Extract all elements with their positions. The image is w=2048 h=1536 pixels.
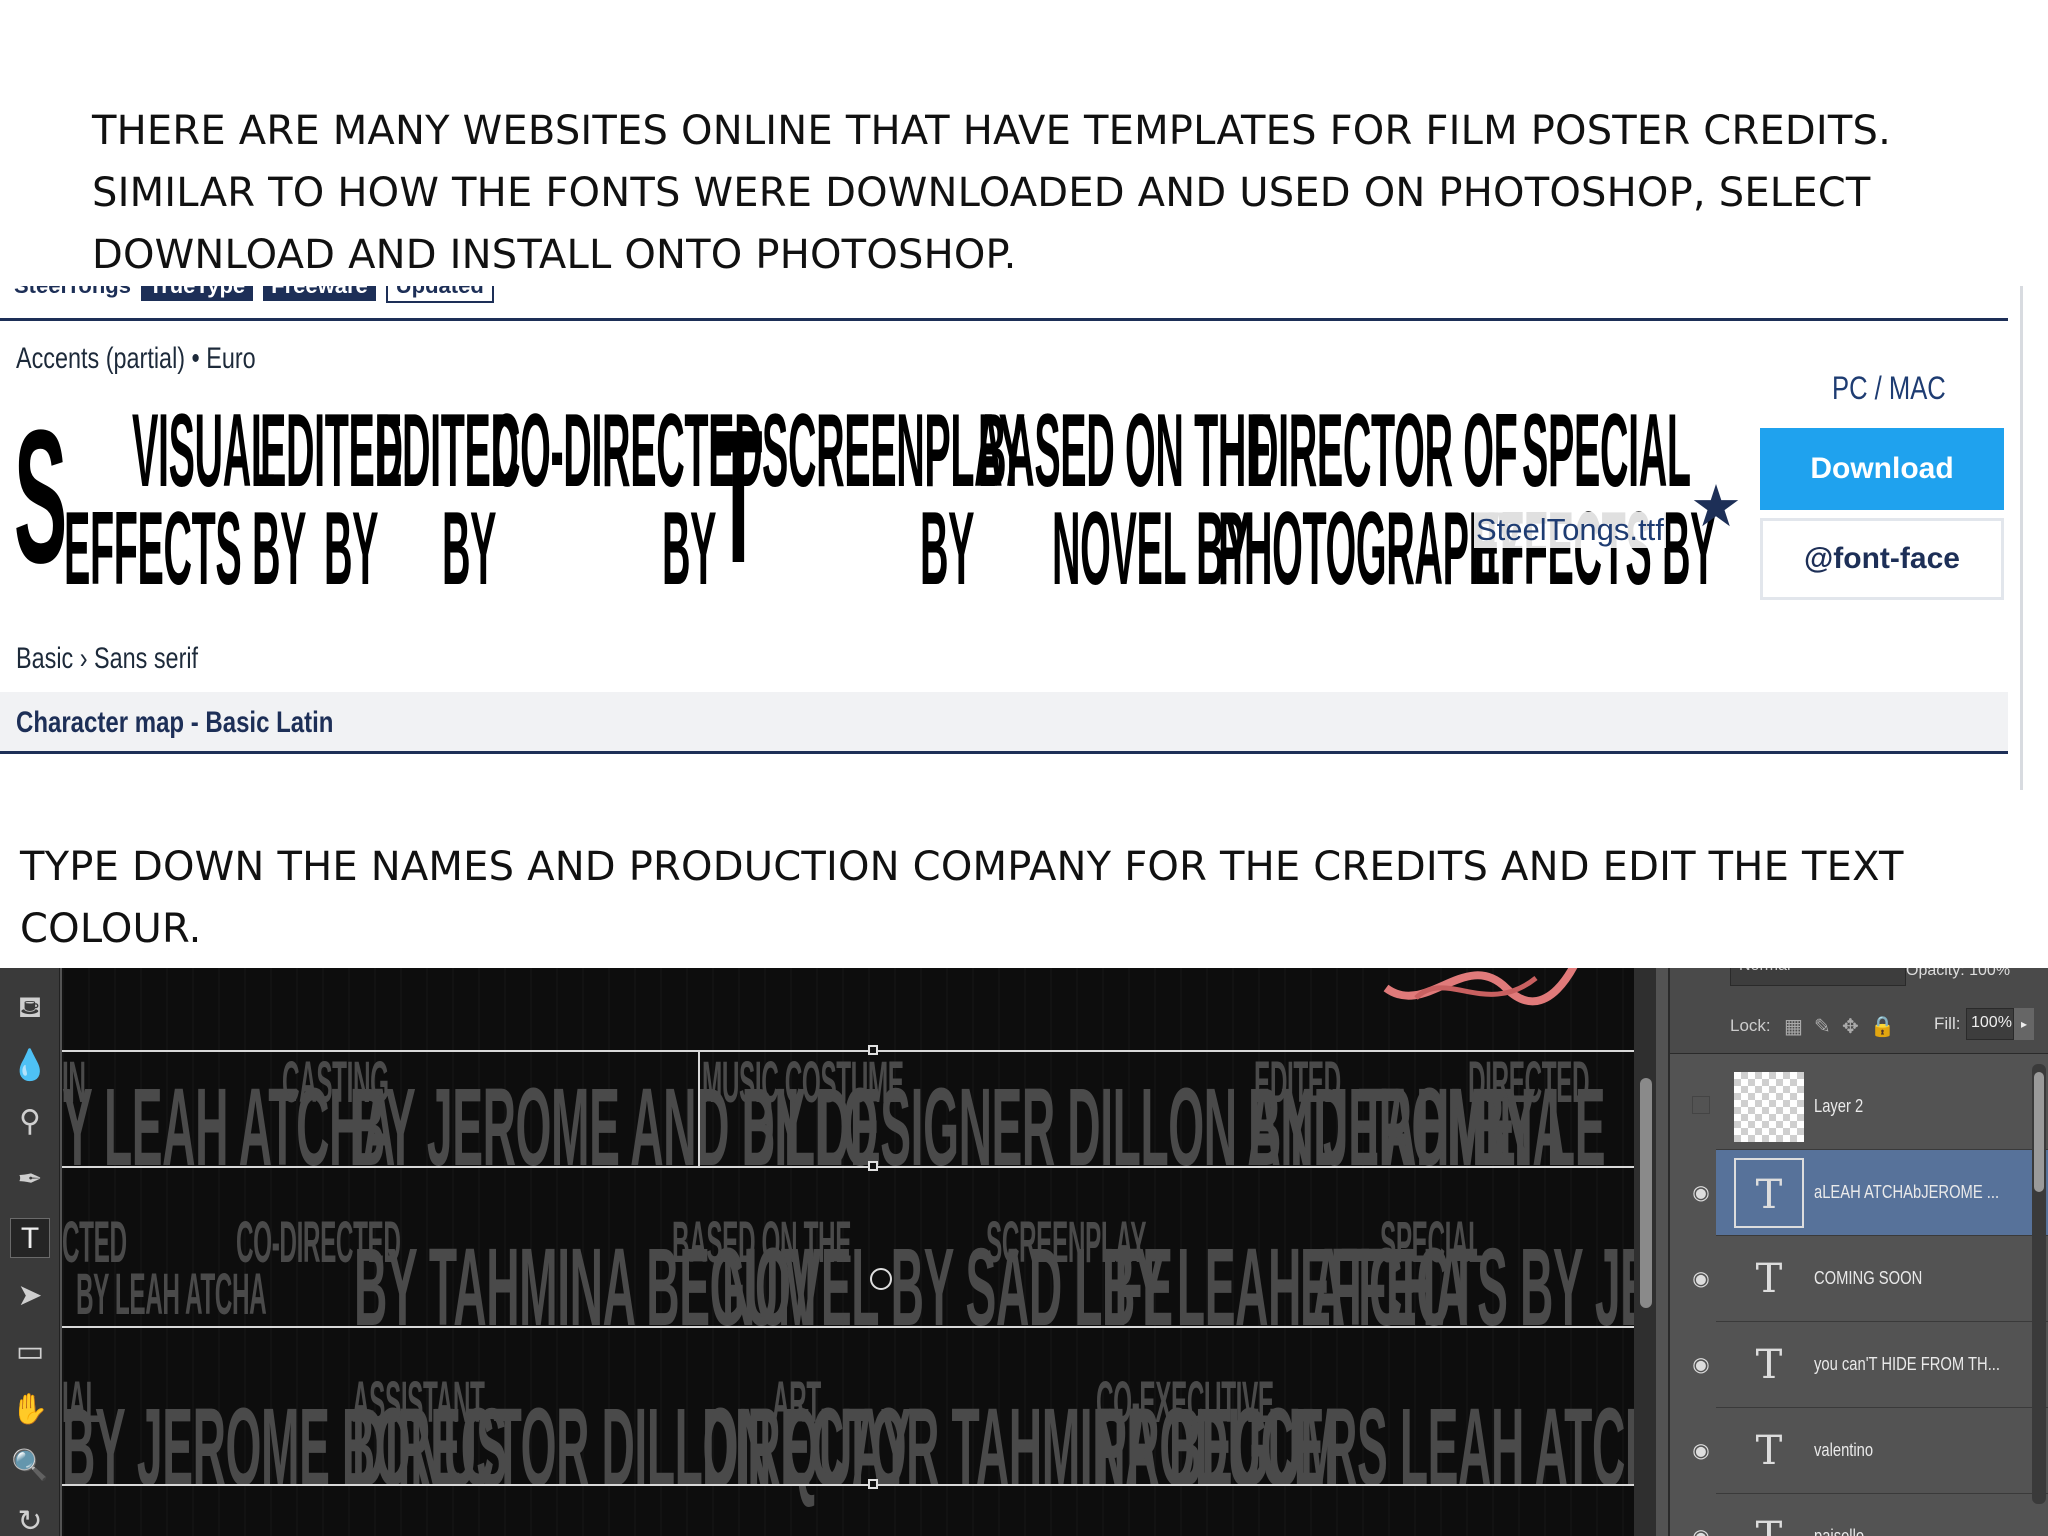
tag-truetype[interactable]: TrueType — [140, 286, 254, 301]
layer-name[interactable]: Layer 2 — [1814, 1096, 1863, 1117]
fill-input[interactable]: 100% — [1966, 1008, 2014, 1040]
type-icon[interactable]: T — [10, 1218, 50, 1258]
preview-word: BY — [324, 491, 379, 607]
accents-info: Accents (partial) • Euro — [16, 342, 256, 375]
layer-name[interactable]: aLEAH ATCHAbJEROME ... — [1814, 1182, 1999, 1203]
pink-ornament-image — [1383, 968, 1578, 1006]
preview-word: BY — [662, 491, 717, 607]
character-map-bar[interactable]: Character map - Basic Latin — [0, 692, 2008, 754]
platform-label: PC / MAC — [1832, 370, 1946, 406]
eye-icon[interactable]: ◉ — [1686, 1178, 1716, 1208]
font-preview: S VISUAL EDITED EDITED CO-DIRECTED T SCR… — [14, 391, 1716, 603]
preview-initial-s: S — [14, 391, 67, 603]
credit-name: BY LEAH ATCHA — [76, 1262, 267, 1327]
zoom-icon[interactable]: 🔍 — [10, 1446, 50, 1486]
lock-image-icon[interactable]: ✎ — [1814, 1014, 1831, 1039]
lock-all-icon[interactable]: 🔒 — [1870, 1014, 1895, 1039]
favorite-star-icon[interactable]: ★ — [1690, 478, 1742, 536]
blur-icon[interactable]: 💧 — [10, 1046, 50, 1086]
layer-name[interactable]: valentino — [1814, 1440, 1873, 1461]
fill-label: Fill: — [1934, 1014, 1961, 1033]
layer-name[interactable]: paisello — [1814, 1526, 1864, 1536]
font-face-button[interactable]: @font-face — [1760, 518, 2004, 600]
layer-row[interactable]: Layer 2 — [1692, 1064, 2048, 1150]
preview-initial-t: T — [714, 391, 763, 603]
guide-line — [62, 1166, 1634, 1168]
preview-word: DIRECTOR OF — [1250, 393, 1518, 509]
preview-word: BASED ON THE — [978, 393, 1273, 509]
visibility-toggle[interactable] — [1692, 1096, 1710, 1114]
divider — [0, 318, 2008, 321]
warped-type-layer-icon: T — [1755, 1342, 1783, 1388]
paint-bucket-icon[interactable]: ⛾ — [10, 988, 50, 1028]
eye-icon[interactable]: ◉ — [1686, 1264, 1716, 1294]
layer-thumbnail — [1734, 1072, 1804, 1142]
panel-border — [2020, 286, 2023, 790]
download-button[interactable]: Download — [1760, 428, 2004, 510]
hand-icon[interactable]: ✋ — [10, 1390, 50, 1430]
layer-name[interactable]: you can'T HIDE FROM TH... — [1814, 1354, 2000, 1375]
layer-row[interactable]: ◉ T valentino — [1692, 1408, 2048, 1494]
eye-icon[interactable]: ◉ — [1686, 1436, 1716, 1466]
layers-panel: Normal Opacity: 100% Lock: ▦ ✎ ✥ 🔒 Fill:… — [1668, 968, 2048, 1536]
type-layer-icon: T — [1755, 1428, 1783, 1474]
type-layer-icon: T — [1755, 1256, 1783, 1302]
lock-label: Lock: — [1730, 1016, 1771, 1035]
transform-handle[interactable] — [868, 1479, 878, 1489]
rectangle-icon[interactable]: ▭ — [10, 1332, 50, 1372]
blend-mode-select[interactable]: Normal — [1730, 968, 1906, 986]
pen-icon[interactable]: ✒ — [10, 1160, 50, 1200]
font-download-page: SteelTongs TrueType Freeware Updated Acc… — [0, 286, 2024, 790]
document-canvas[interactable]: IN Y LEAH ATCHA CASTING BY JEROME AND DI… — [62, 968, 1634, 1536]
layer-row-selected[interactable]: ◉ T aLEAH ATCHAbJEROME ... — [1692, 1150, 2048, 1236]
fill-dropdown-icon[interactable]: ▸ — [2014, 1008, 2034, 1040]
text-box-edge — [698, 1050, 700, 1166]
layer-row[interactable]: ◉ T you can'T HIDE FROM TH... — [1692, 1322, 2048, 1408]
type-layer-icon: T — [1734, 1502, 1804, 1536]
font-category[interactable]: Basic › Sans serif — [16, 642, 198, 676]
character-map-label: Character map - Basic Latin — [16, 706, 334, 739]
preview-word: BY — [442, 491, 497, 607]
layers-panel-header: Normal Opacity: 100% Lock: ▦ ✎ ✥ 🔒 Fill:… — [1670, 968, 2048, 1054]
layer-name[interactable]: COMING SOON — [1814, 1268, 1922, 1289]
rotate-view-icon[interactable]: ↻ — [10, 1502, 50, 1536]
lock-transparency-icon[interactable]: ▦ — [1784, 1014, 1803, 1039]
lock-position-icon[interactable]: ✥ — [1842, 1014, 1859, 1039]
breadcrumb: SteelTongs TrueType Freeware Updated — [14, 286, 494, 303]
credit-name: EFFECTS BY JEROME — [1300, 1226, 1634, 1349]
guide-line — [62, 1326, 1634, 1328]
layer-row[interactable]: ◉ T COMING SOON — [1692, 1236, 2048, 1322]
photoshop-window: ⛾ 💧 ⚲ ✒ T ➤ ▭ ✋ 🔍 ↻ IN Y LEAH ATCHA CAST… — [0, 968, 2048, 1536]
preview-word: BY — [920, 491, 975, 607]
credit-name: PRODUCERS LEAH ATCHA& TAHMIN — [1096, 1386, 1634, 1509]
opacity-field[interactable]: Opacity: 100% — [1906, 968, 2010, 980]
tools-panel: ⛾ 💧 ⚲ ✒ T ➤ ▭ ✋ 🔍 ↻ — [0, 968, 60, 1536]
tag-freeware[interactable]: Freeware — [263, 286, 376, 301]
layer-row[interactable]: ◉ T paisello — [1692, 1494, 2048, 1536]
preview-word: SPECIAL — [1522, 393, 1691, 509]
font-filename: SteelTongs.ttf — [1474, 512, 1666, 548]
guide-line — [62, 1050, 1634, 1052]
instruction-step-1: THERE ARE MANY WEBSITES ONLINE THAT HAVE… — [92, 108, 1892, 278]
path-selection-icon[interactable]: ➤ — [10, 1276, 50, 1316]
transform-handle[interactable] — [868, 1045, 878, 1055]
instruction-step-2: TYPE DOWN THE NAMES AND PRODUCTION COMPA… — [20, 844, 1904, 952]
layers-scroll-thumb[interactable] — [2034, 1072, 2044, 1192]
credit-name: BY LE — [1472, 1066, 1606, 1189]
preview-word: EFFECTS BY — [64, 491, 307, 607]
breadcrumb-font-name[interactable]: SteelTongs — [14, 286, 131, 299]
canvas-scroll-thumb[interactable] — [1640, 1078, 1652, 1308]
transform-handle[interactable] — [868, 1161, 878, 1171]
dodge-icon[interactable]: ⚲ — [10, 1102, 50, 1142]
text-cursor-icon — [870, 1268, 892, 1290]
eye-icon[interactable]: ◉ — [1686, 1522, 1716, 1536]
preview-word: VISUAL — [132, 393, 275, 509]
tag-updated[interactable]: Updated — [385, 286, 494, 303]
type-layer-icon: T — [1734, 1158, 1804, 1228]
guide-line — [62, 1484, 1634, 1486]
eye-icon[interactable]: ◉ — [1686, 1350, 1716, 1380]
